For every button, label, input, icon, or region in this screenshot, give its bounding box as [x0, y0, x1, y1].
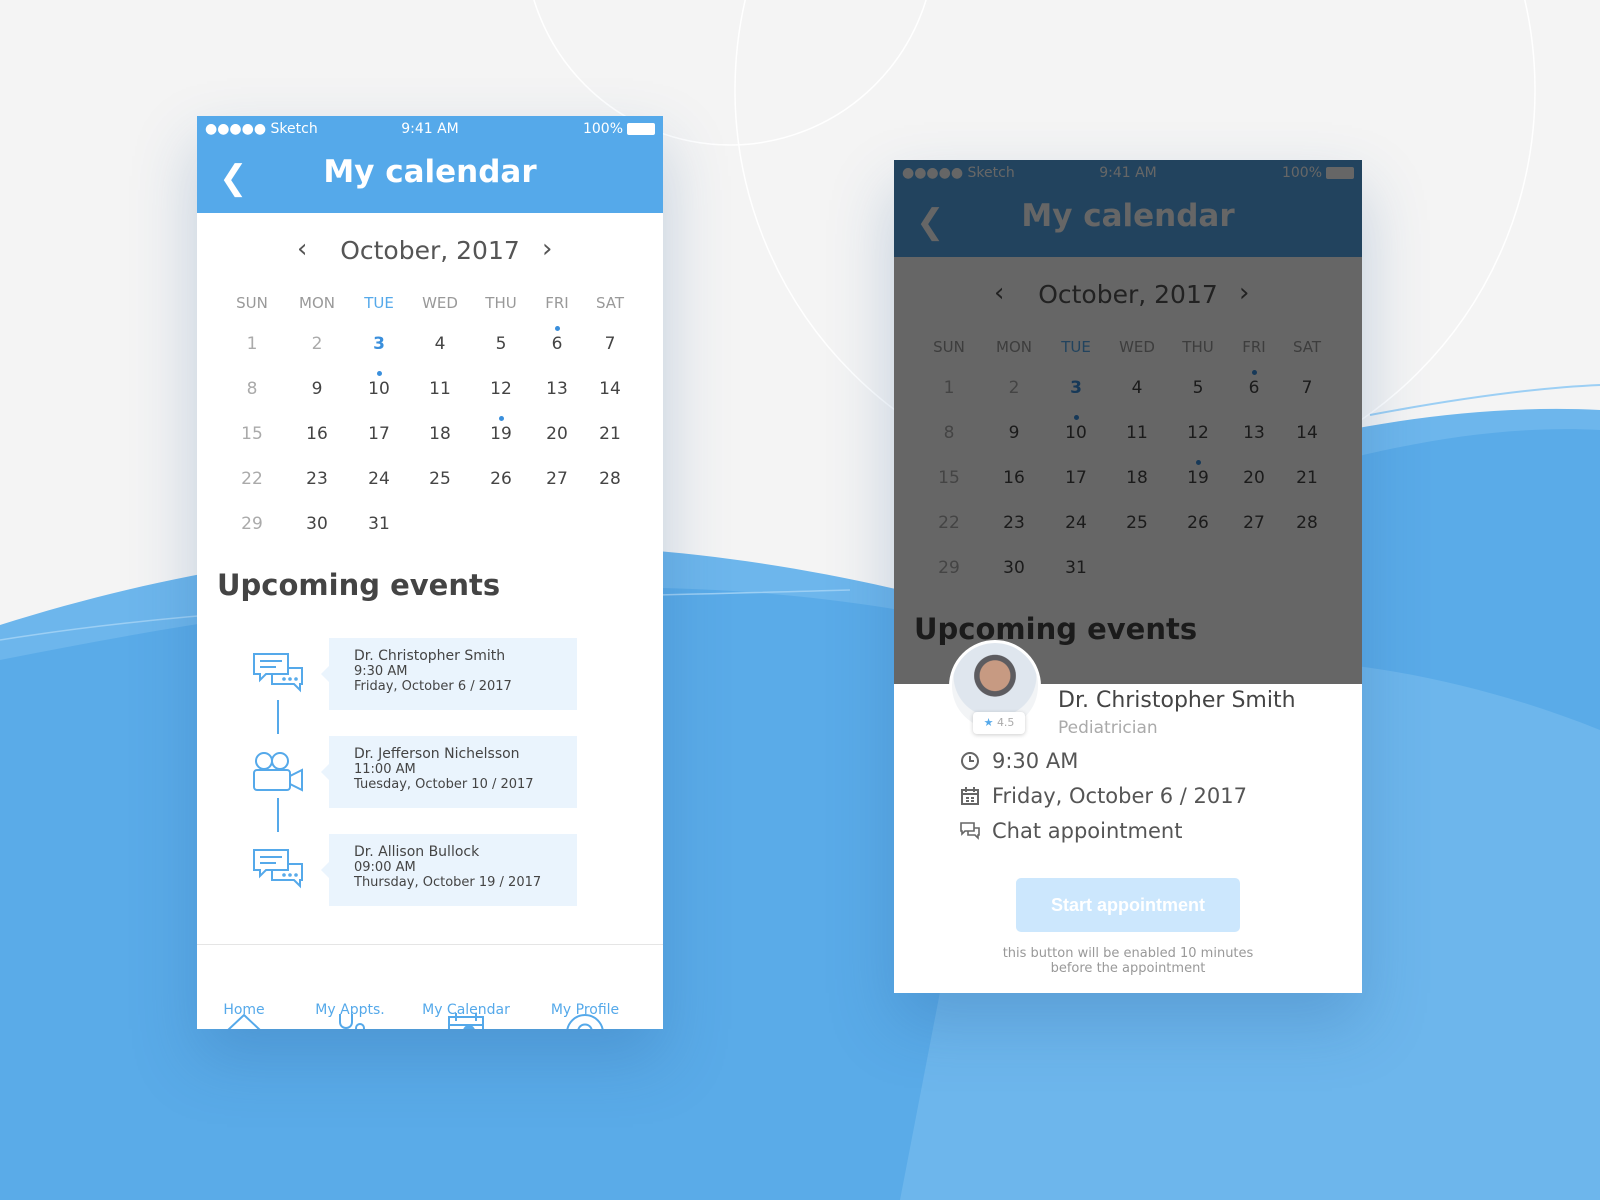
calendar-day-19[interactable]: 19 — [481, 416, 521, 444]
event-dot — [555, 326, 560, 331]
tab-label: My Profile — [550, 1002, 620, 1018]
page-title: My calendar — [323, 154, 537, 190]
weekday-label: SAT — [595, 294, 625, 312]
calendar-day-31[interactable]: 31 — [359, 514, 399, 534]
timeline-connector — [277, 700, 279, 734]
timeline-connector — [277, 798, 279, 832]
event-doctor: Dr. Christopher Smith — [354, 648, 506, 664]
calendar-day-3[interactable]: 3 — [359, 334, 399, 354]
clock-icon — [961, 752, 979, 770]
weekday-label: WED — [422, 294, 458, 312]
event-date: Tuesday, October 10 / 2017 — [354, 777, 534, 792]
calendar-day-7[interactable]: 7 — [590, 334, 630, 354]
battery-label: 100% — [582, 121, 623, 137]
event-doctor: Dr. Jefferson Nichelsson — [354, 746, 520, 762]
calendar-day-29[interactable]: 29 — [232, 514, 272, 534]
calendar-icon — [961, 787, 979, 805]
button-note: this button will be enabled 10 minutes be… — [894, 946, 1362, 976]
event-time: 09:00 AM — [354, 860, 416, 875]
tab-my-profile[interactable]: My Profile — [530, 945, 640, 1029]
chat-icon — [960, 822, 980, 840]
upcoming-title: Upcoming events — [217, 568, 501, 602]
calendar-day-11[interactable]: 11 — [420, 379, 460, 399]
appointment-type: Chat appointment — [992, 819, 1183, 843]
video-camera-icon — [252, 750, 304, 794]
event-dot — [499, 416, 504, 421]
event-card[interactable]: Dr. Jefferson Nichelsson 11:00 AM Tuesday,… — [321, 736, 577, 808]
chat-icon — [252, 652, 304, 696]
calendar-day-16[interactable]: 16 — [297, 424, 337, 444]
star-icon: ★ — [983, 716, 994, 729]
calendar-day-15[interactable]: 15 — [232, 424, 272, 444]
tab-home[interactable]: Home — [197, 945, 299, 1029]
weekday-label: FRI — [545, 294, 569, 312]
calendar-day-14[interactable]: 14 — [590, 379, 630, 399]
rating-badge: ★ 4.5 — [973, 712, 1025, 734]
calendar-day-20[interactable]: 20 — [537, 424, 577, 444]
weekday-label: TUE — [364, 294, 394, 312]
doctor-specialty: Pediatrician — [1058, 718, 1158, 738]
event-card[interactable]: Dr. Allison Bullock 09:00 AM Thursday, Oct… — [321, 834, 577, 906]
calendar-day-25[interactable]: 25 — [420, 469, 460, 489]
calendar-day-27[interactable]: 27 — [537, 469, 577, 489]
chat-icon — [252, 848, 304, 892]
nav-header: ●●●●● Sketch 9:41 AM 100% ❮ My calendar — [197, 116, 663, 213]
event-time: 11:00 AM — [354, 762, 416, 777]
weekday-label: THU — [485, 294, 517, 312]
calendar-day-17[interactable]: 17 — [359, 424, 399, 444]
status-bar: ●●●●● Sketch 9:41 AM 100% — [197, 116, 663, 142]
calendar-day-1[interactable]: 1 — [232, 334, 272, 354]
calendar-day-18[interactable]: 18 — [420, 424, 460, 444]
calendar-day-6[interactable]: 6 — [537, 326, 577, 354]
start-appointment-button[interactable]: Start appointment — [1016, 878, 1240, 932]
calendar-day-5[interactable]: 5 — [481, 334, 521, 354]
note-line: this button will be enabled 10 minutes — [1002, 946, 1254, 961]
tab-label: Home — [223, 1002, 265, 1018]
calendar-day-21[interactable]: 21 — [590, 424, 630, 444]
battery-icon — [627, 123, 655, 135]
calendar-day-13[interactable]: 13 — [537, 379, 577, 399]
calendar-day-4[interactable]: 4 — [420, 334, 460, 354]
calendar-day-28[interactable]: 28 — [590, 469, 630, 489]
doctor-name: Dr. Christopher Smith — [1058, 688, 1296, 713]
modal-overlay[interactable] — [894, 160, 1362, 684]
event-card[interactable]: Dr. Christopher Smith 9:30 AM Friday, Octo… — [321, 638, 577, 710]
calendar-day-24[interactable]: 24 — [359, 469, 399, 489]
note-line: before the appointment — [1050, 961, 1206, 976]
calendar-day-10[interactable]: 10 — [359, 371, 399, 399]
event-dot — [377, 371, 382, 376]
weekday-label: SUN — [236, 294, 268, 312]
calendar-screen: ●●●●● Sketch 9:41 AM 100% ❮ My calendar … — [197, 116, 663, 1029]
event-doctor: Dr. Allison Bullock — [354, 844, 480, 860]
calendar-day-12[interactable]: 12 — [481, 379, 521, 399]
appointment-date: Friday, October 6 / 2017 — [992, 784, 1247, 808]
appointment-time: 9:30 AM — [992, 749, 1079, 773]
calendar-day-30[interactable]: 30 — [297, 514, 337, 534]
weekday-label: MON — [299, 294, 335, 312]
appointment-detail-screen: ●●●●● Sketch 9:41 AM 100% ❮ My calendar … — [894, 160, 1362, 993]
tab-label: My Calendar — [422, 1002, 510, 1018]
calendar-day-22[interactable]: 22 — [232, 469, 272, 489]
calendar-day-2[interactable]: 2 — [297, 334, 337, 354]
tab-my-appts[interactable]: My Appts. — [295, 945, 405, 1029]
tab-my-calendar[interactable]: My Calendar — [411, 945, 521, 1029]
month-label: October, 2017 — [340, 236, 520, 265]
event-date: Friday, October 6 / 2017 — [354, 679, 512, 694]
tab-label: My Appts. — [315, 1002, 385, 1018]
calendar-day-8[interactable]: 8 — [232, 379, 272, 399]
event-time: 9:30 AM — [354, 664, 408, 679]
calendar-day-26[interactable]: 26 — [481, 469, 521, 489]
calendar-day-9[interactable]: 9 — [297, 379, 337, 399]
event-date: Thursday, October 19 / 2017 — [354, 875, 542, 890]
next-month-button[interactable]: › — [542, 234, 552, 264]
rating-value: 4.5 — [996, 716, 1015, 729]
tab-bar: Home My Appts. My Calendar My Profile — [197, 944, 663, 1029]
calendar-day-23[interactable]: 23 — [297, 469, 337, 489]
